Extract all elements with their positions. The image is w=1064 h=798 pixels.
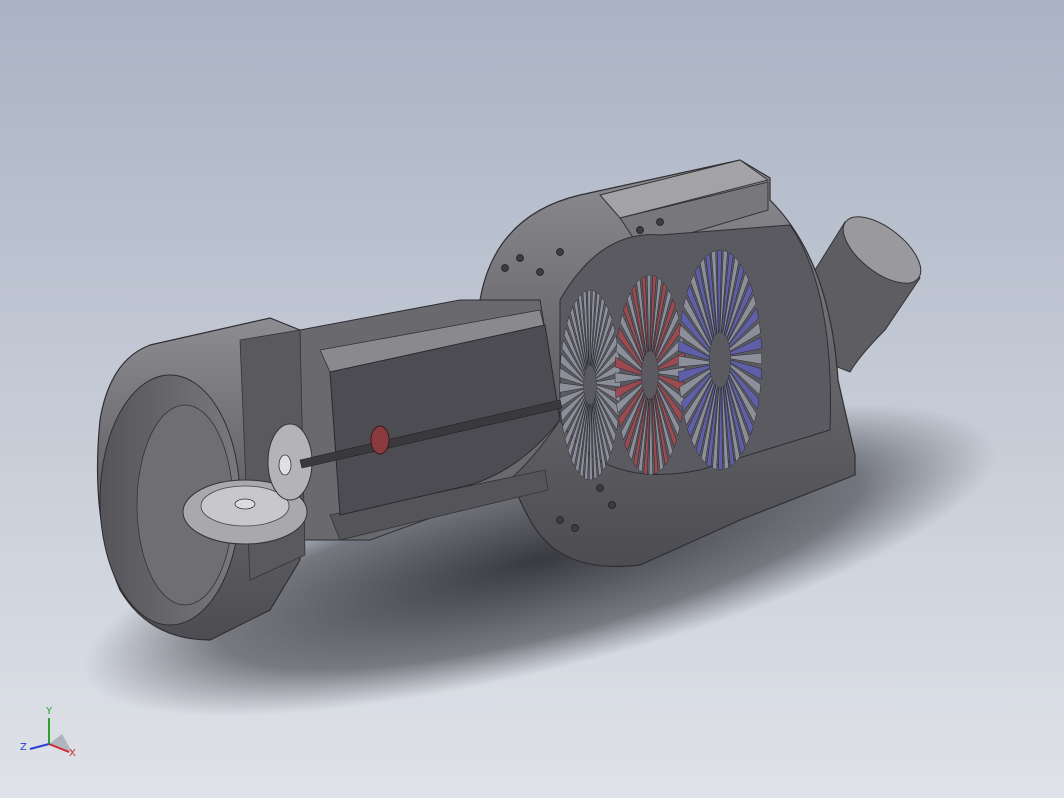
bolt	[636, 226, 644, 234]
bolt	[608, 501, 616, 509]
bolt	[516, 254, 524, 262]
turbine-engine-model[interactable]	[0, 0, 1064, 798]
view-orientation-triad[interactable]: X Y Z	[14, 700, 84, 770]
triad-z-label: Z	[20, 742, 27, 753]
bolt	[501, 264, 509, 272]
bolt	[571, 524, 579, 532]
bolt	[536, 268, 544, 276]
triad-z-axis	[29, 743, 50, 750]
triad-y-label: Y	[45, 706, 53, 717]
graphics-viewport[interactable]: X Y Z	[0, 0, 1064, 798]
bolt	[596, 484, 604, 492]
bolt	[556, 516, 564, 524]
bolt	[656, 218, 664, 226]
compressor-hub	[370, 425, 390, 455]
triad-x-label: X	[69, 748, 76, 759]
bolt	[556, 248, 564, 256]
